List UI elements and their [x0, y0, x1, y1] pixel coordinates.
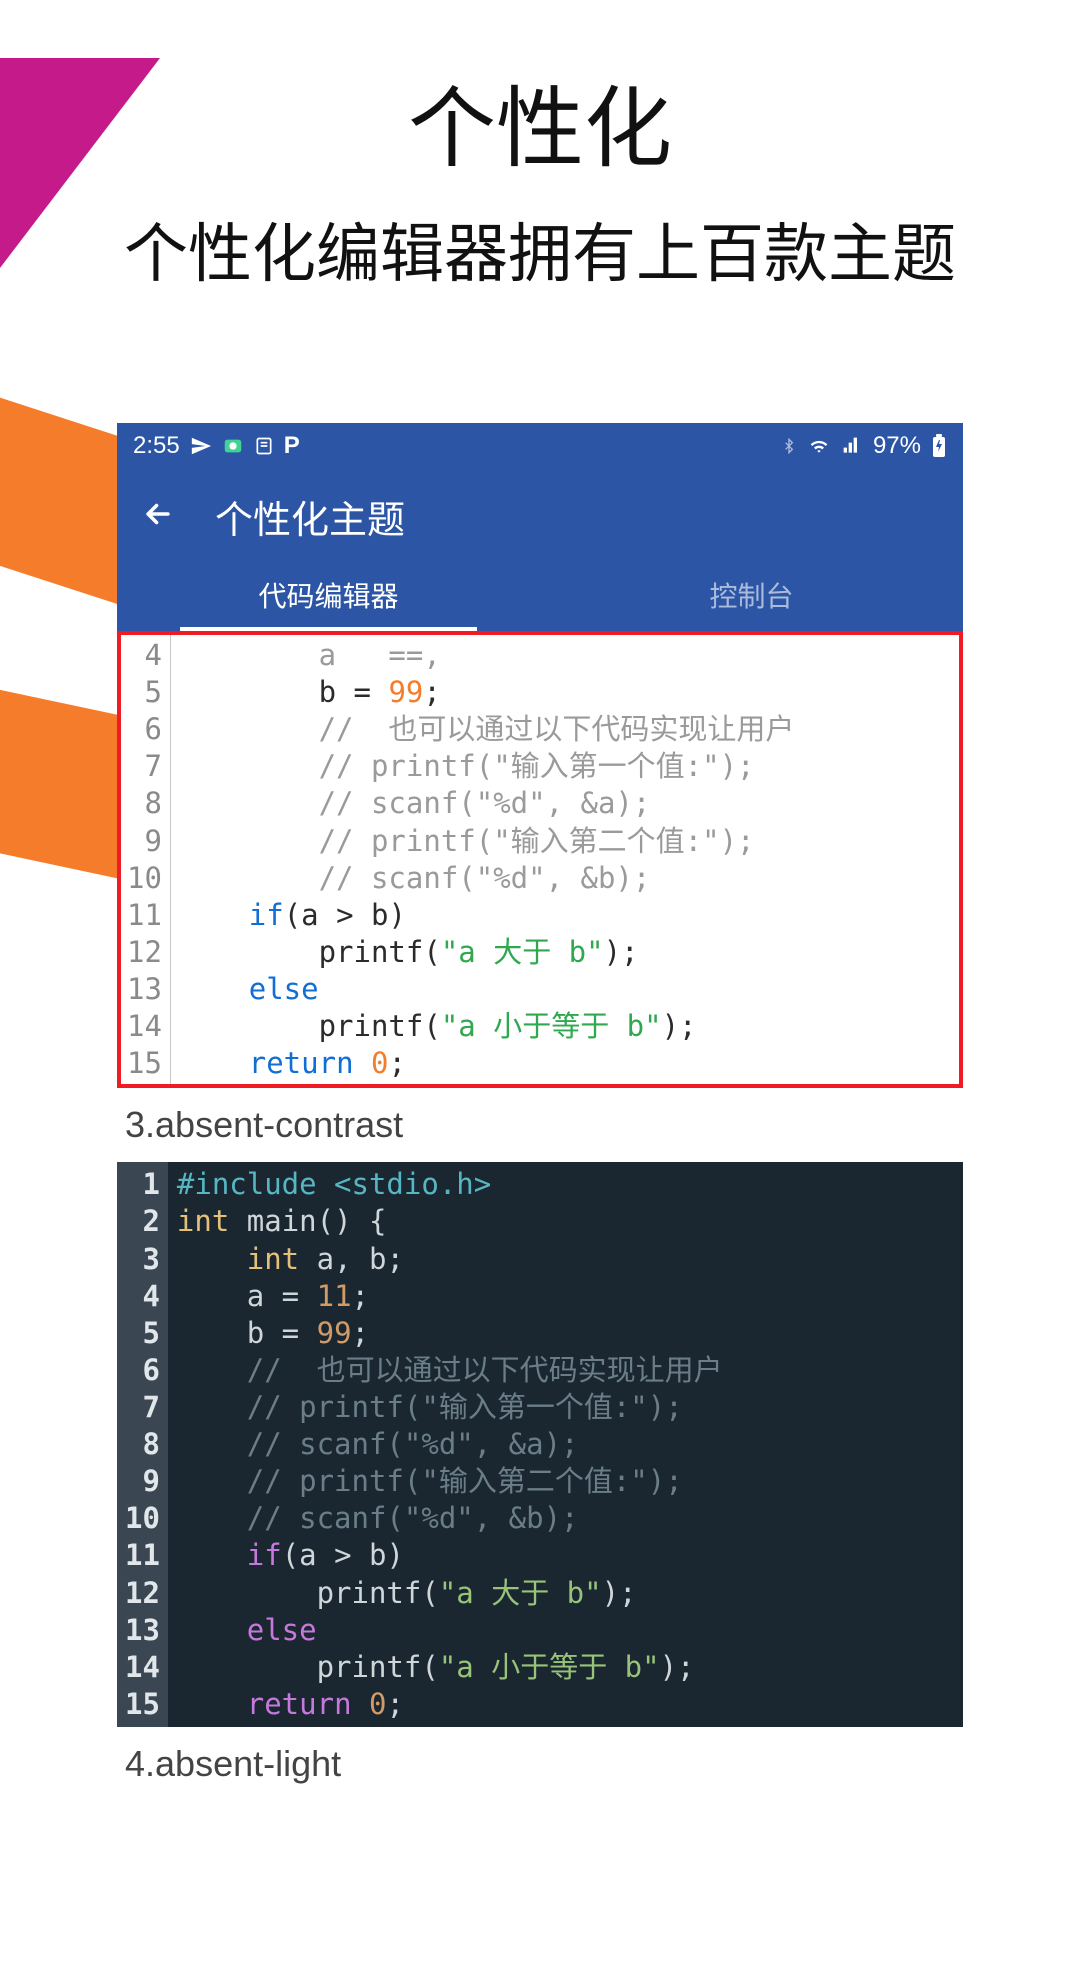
- code-body: #include <stdio.h> int main() { int a, b…: [169, 1162, 723, 1727]
- page-subtitle: 个性化编辑器拥有上百款主题: [0, 203, 1080, 295]
- camera-icon: [222, 435, 244, 457]
- code-body: a ==, b = 99; // 也可以通过以下代码实现让用户 // print…: [171, 635, 795, 1084]
- tabs: 代码编辑器 控制台: [117, 563, 963, 631]
- phone-preview: 2:55 P 97%: [117, 423, 963, 1801]
- line-gutter: 4 5 6 7 8 9 10 11 12 13 14 15: [121, 635, 171, 1084]
- toolbar: 个性化主题: [117, 469, 963, 563]
- battery-percent: 97%: [873, 432, 921, 460]
- tab-code-editor[interactable]: 代码编辑器: [117, 563, 540, 631]
- theme-preview-light[interactable]: 4 5 6 7 8 9 10 11 12 13 14 15 a ==, b = …: [117, 631, 963, 1088]
- theme-label-3: 3.absent-contrast: [117, 1088, 963, 1162]
- send-icon: [190, 435, 212, 457]
- toolbar-title: 个性化主题: [215, 489, 405, 544]
- theme-preview-dark[interactable]: 1 2 3 4 5 6 7 8 9 10 11 12 13 14 15 #inc…: [117, 1162, 963, 1727]
- wifi-icon: [807, 436, 831, 456]
- theme-label-4: 4.absent-light: [117, 1727, 963, 1801]
- status-bar: 2:55 P 97%: [117, 423, 963, 469]
- back-icon[interactable]: [141, 497, 175, 536]
- battery-icon: [931, 434, 947, 458]
- decorative-triangle: [0, 58, 160, 268]
- line-gutter: 1 2 3 4 5 6 7 8 9 10 11 12 13 14 15: [117, 1162, 169, 1727]
- page-title: 个性化: [0, 58, 1080, 185]
- p-icon: P: [284, 432, 300, 460]
- signal-icon: [841, 436, 863, 456]
- status-time: 2:55: [133, 432, 180, 460]
- tab-console[interactable]: 控制台: [540, 563, 963, 631]
- note-icon: [254, 436, 274, 456]
- bluetooth-icon: [781, 435, 797, 457]
